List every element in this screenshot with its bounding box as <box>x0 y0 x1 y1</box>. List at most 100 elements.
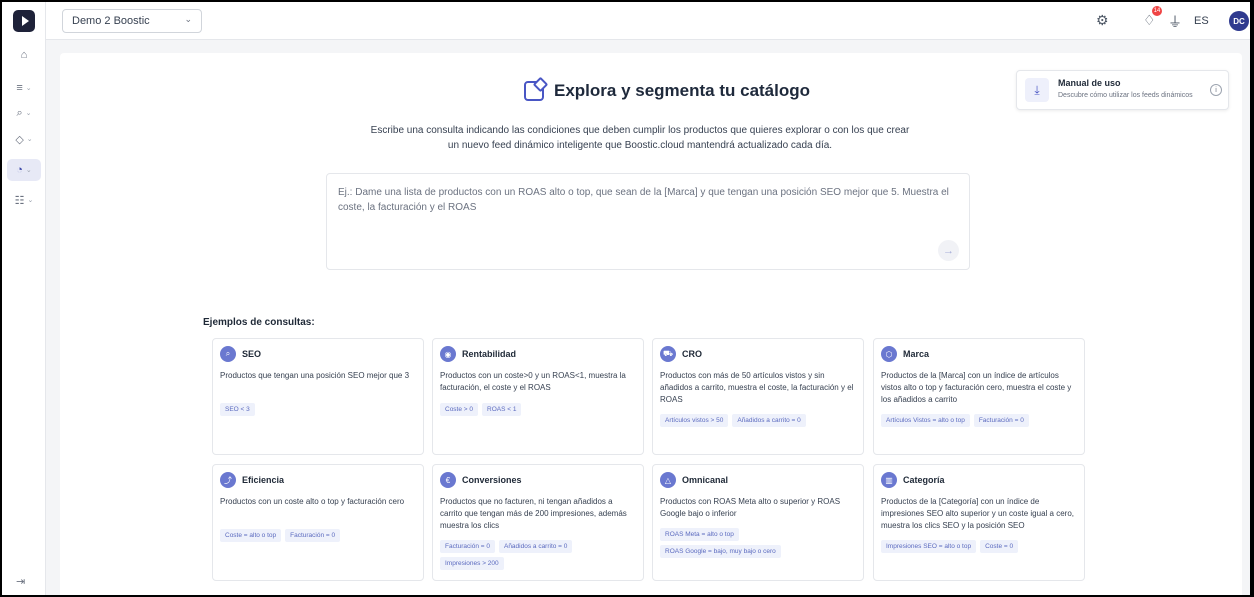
card-header: ⛟ CRO <box>660 346 702 362</box>
info-icon[interactable]: i <box>1210 84 1222 96</box>
chip: SEO < 3 <box>220 403 255 416</box>
card-title: Omnicanal <box>682 475 729 485</box>
search-icon: ⌕ <box>220 346 236 362</box>
example-card-categoria[interactable]: ▥ Categoría Productos de la [Categoría] … <box>873 464 1085 581</box>
chart-icon: ⤴ <box>220 472 236 488</box>
sidebar: ⌂ ≡ ⌄ ⌕ ⌄ ◇ ⌄ ◔ ⌄ ☷ ⌄ ⇥ <box>2 2 46 595</box>
analytics-icon[interactable]: ≡ ⌄ <box>7 77 41 99</box>
examples-label: Ejemplos de consultas: <box>203 317 315 328</box>
chevron-down-icon: ⌄ <box>25 110 32 117</box>
card-chips: SEO < 3 <box>220 403 416 416</box>
page-title: Explora y segmenta tu catálogo <box>554 81 811 100</box>
card-chips: Impresiones SEO = alto o top Coste = 0 <box>881 540 1077 553</box>
app-window: ⌂ ≡ ⌄ ⌕ ⌄ ◇ ⌄ ◔ ⌄ ☷ ⌄ ⇥ Demo 2 Boostic ⌄ ⚙ ♢ … <box>2 2 1250 595</box>
query-input[interactable] <box>327 174 969 269</box>
card-header: ⌕ SEO <box>220 346 261 362</box>
language-selector[interactable]: ES <box>1194 15 1209 27</box>
chevron-down-icon: ⌄ <box>25 85 32 92</box>
card-description: Productos que no facturen, ni tengan aña… <box>440 497 627 530</box>
card-header: ⬡ Marca <box>881 346 929 362</box>
card-title: Categoría <box>903 475 945 485</box>
account-select-value: Demo 2 Boostic <box>72 15 150 27</box>
chip: Facturación = 0 <box>973 414 1029 427</box>
main-panel: Explora y segmenta tu catálogo Escribe u… <box>60 53 1242 595</box>
card-header: ⤴ Eficiencia <box>220 472 284 488</box>
card-header: € Conversiones <box>440 472 522 488</box>
library-icon: ▥ <box>881 472 897 488</box>
chip: ROAS < 1 <box>482 403 522 416</box>
chip: ROAS Google = bajo, muy bajo o cero <box>660 545 781 558</box>
chip: Coste > 0 <box>440 403 479 416</box>
card-description: Productos con un coste>0 y un ROAS<1, mu… <box>440 371 626 392</box>
card-description: Productos con un coste alto o top y fact… <box>220 497 405 506</box>
card-description: Productos con ROAS Meta alto o superior … <box>660 497 841 518</box>
example-card-conversiones[interactable]: € Conversiones Productos que no facturen… <box>432 464 644 581</box>
card-chips: Artículos vistos > 50 Añadidos a carrito… <box>660 414 856 427</box>
chip: Artículos vistos > 50 <box>660 414 729 427</box>
subtitle-line-2: un nuevo feed dinámico inteligente que B… <box>447 140 833 151</box>
card-chips: Coste = alto o top Facturación = 0 <box>220 529 416 542</box>
page-subtitle: Escribe una consulta indicando las condi… <box>310 123 970 153</box>
page-header: Explora y segmenta tu catálogo <box>524 81 810 101</box>
card-header: △ Omnicanal <box>660 472 728 488</box>
boostic-logo[interactable] <box>13 10 35 32</box>
account-select[interactable]: Demo 2 Boostic ⌄ <box>62 9 202 33</box>
avatar[interactable]: DC <box>1229 11 1249 31</box>
manual-card[interactable]: ⤓ Manual de uso Descubre cómo utilizar l… <box>1016 70 1229 110</box>
card-description: Productos de la [Marca] con un índice de… <box>881 371 1072 404</box>
card-title: Marca <box>903 349 930 359</box>
card-title: Conversiones <box>462 475 522 485</box>
chevron-down-icon: ⌄ <box>27 197 34 204</box>
chip: Impresiones > 200 <box>440 557 504 570</box>
card-description: Productos con más de 50 artículos vistos… <box>660 371 854 404</box>
chip: Facturación = 0 <box>440 540 495 553</box>
chip: Coste = alto o top <box>220 529 282 542</box>
example-card-rentabilidad[interactable]: ◉ Rentabilidad Productos con un coste>0 … <box>432 338 644 455</box>
collapse-sidebar-icon[interactable]: ⇥ <box>16 575 25 588</box>
hexagon-icon: ⬡ <box>881 346 897 362</box>
example-card-omnicanal[interactable]: △ Omnicanal Productos con ROAS Meta alto… <box>652 464 864 581</box>
card-chips: ROAS Meta = alto o top ROAS Google = baj… <box>660 528 810 558</box>
example-card-cro[interactable]: ⛟ CRO Productos con más de 50 artículos … <box>652 338 864 455</box>
top-bar: Demo 2 Boostic ⌄ ⚙ ♢ 14 ⏚ ES DC <box>46 2 1250 40</box>
chip: Añadidos a carrito = 0 <box>498 540 573 553</box>
send-arrow-icon[interactable]: → <box>938 240 959 261</box>
chevron-down-icon: ⌄ <box>26 136 33 143</box>
card-header: ▥ Categoría <box>881 472 945 488</box>
example-card-marca[interactable]: ⬡ Marca Productos de la [Marca] con un í… <box>873 338 1085 455</box>
triangle-icon: △ <box>660 472 676 488</box>
card-title: Rentabilidad <box>462 349 517 359</box>
sliders-icon[interactable]: ☷ ⌄ <box>7 189 41 211</box>
search-icon[interactable]: ⌕ ⌄ <box>7 102 41 124</box>
home-icon[interactable]: ⌂ <box>7 44 41 66</box>
example-card-seo[interactable]: ⌕ SEO Productos que tengan una posición … <box>212 338 424 455</box>
notifications-badge: 14 <box>1152 6 1162 16</box>
card-header: ◉ Rentabilidad <box>440 346 516 362</box>
download-icon[interactable]: ⤓ <box>1025 78 1049 102</box>
gear-icon[interactable]: ⚙ <box>1096 12 1109 29</box>
chip: Artículos Vistos = alto o top <box>881 414 970 427</box>
plug-icon[interactable]: ⏚ <box>1168 12 1182 32</box>
cart-icon: ⛟ <box>660 346 676 362</box>
card-chips: Facturación = 0 Añadidos a carrito = 0 I… <box>440 540 636 570</box>
example-card-eficiencia[interactable]: ⤴ Eficiencia Productos con un coste alto… <box>212 464 424 581</box>
chip: Facturación = 0 <box>285 529 341 542</box>
edit-note-icon <box>524 81 544 101</box>
subtitle-line-1: Escribe una consulta indicando las condi… <box>370 125 910 136</box>
chevron-down-icon: ⌄ <box>184 14 192 24</box>
card-chips: Artículos Vistos = alto o top Facturació… <box>881 414 1077 427</box>
card-chips: Coste > 0 ROAS < 1 <box>440 403 636 416</box>
manual-description: Descubre cómo utilizar los feeds dinámic… <box>1058 92 1193 99</box>
eye-icon: ◉ <box>440 346 456 362</box>
chevron-down-icon: ⌄ <box>25 167 32 174</box>
query-box: → <box>326 173 970 270</box>
euro-icon: € <box>440 472 456 488</box>
card-title: CRO <box>682 349 702 359</box>
card-description: Productos que tengan una posición SEO me… <box>220 371 410 380</box>
gauge-icon[interactable]: ◔ ⌄ <box>7 159 41 181</box>
card-title: Eficiencia <box>242 475 285 485</box>
card-description: Productos de la [Categoría] con un índic… <box>881 497 1074 530</box>
chip: Añadidos a carrito = 0 <box>732 414 806 427</box>
chip: ROAS Meta = alto o top <box>660 528 739 541</box>
tag-icon[interactable]: ◇ ⌄ <box>7 128 41 150</box>
